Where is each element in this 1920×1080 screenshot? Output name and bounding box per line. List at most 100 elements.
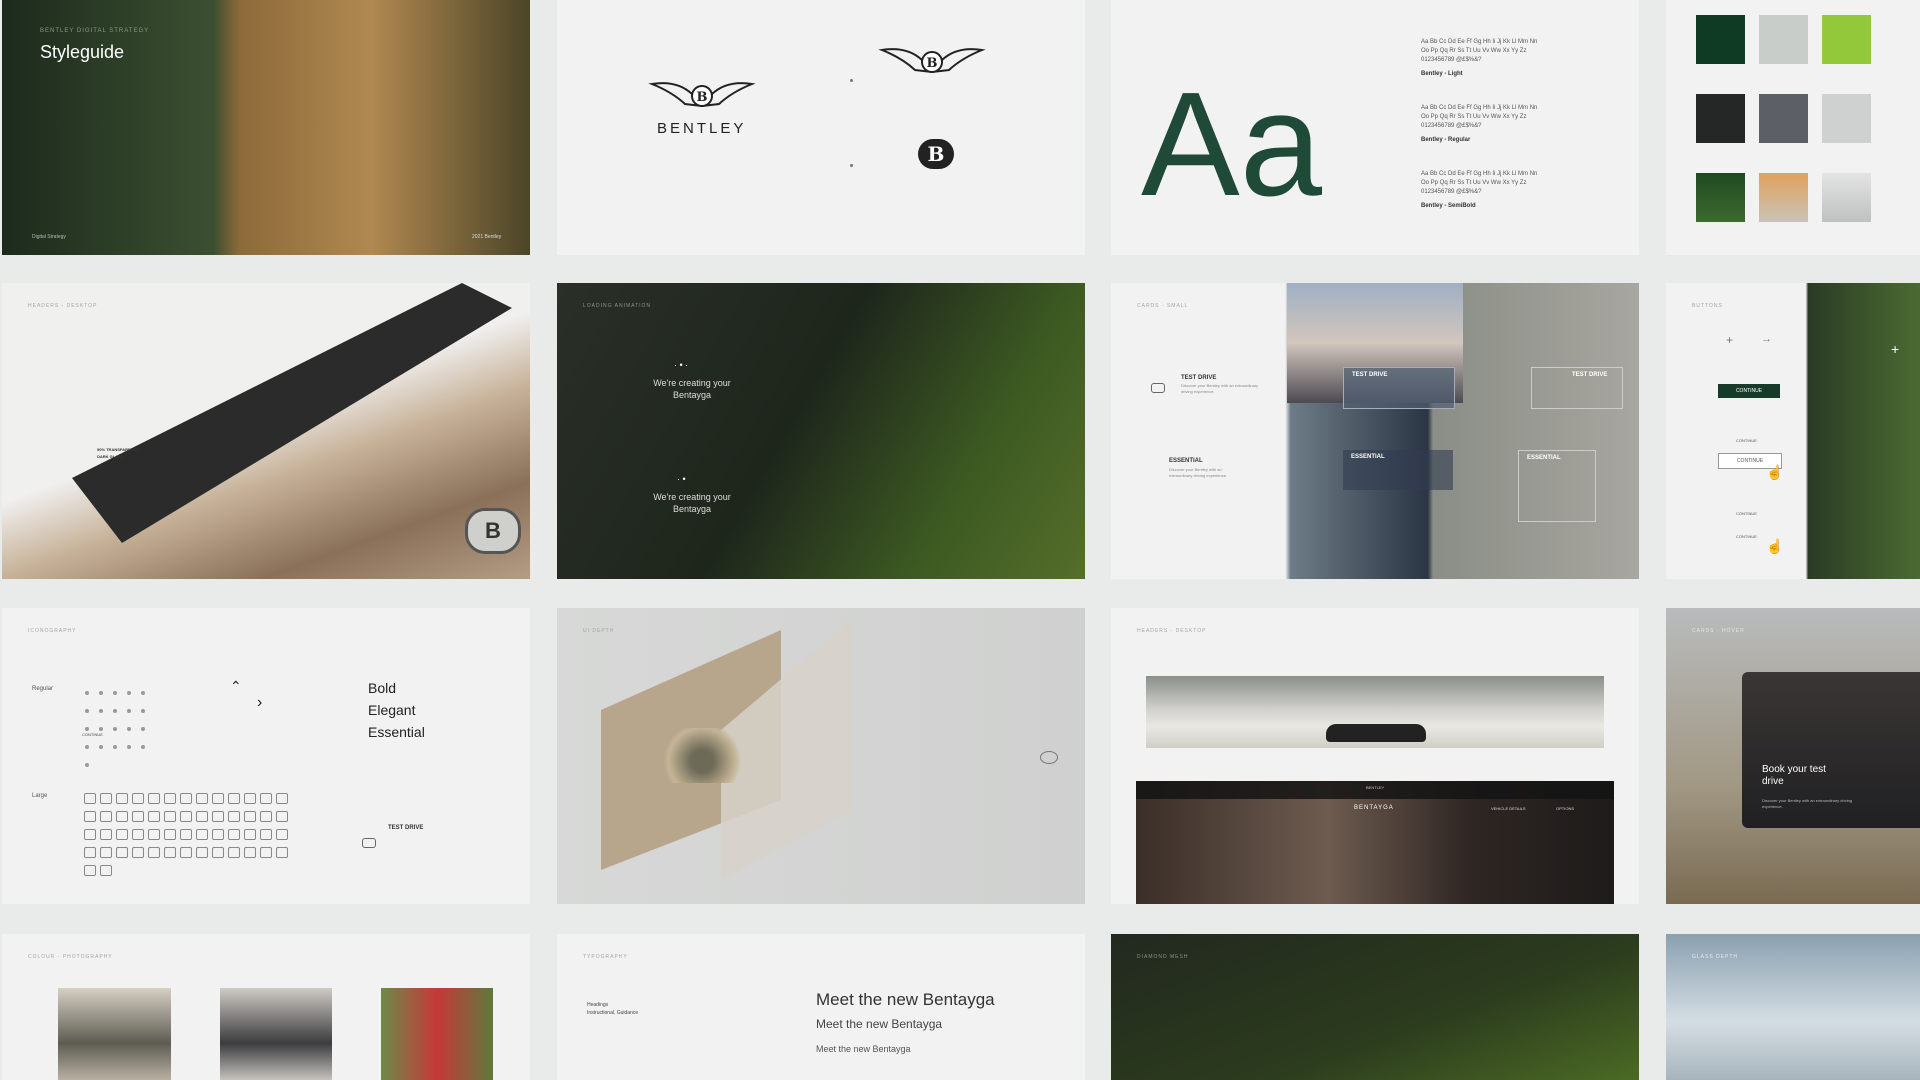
swatch-5 (1759, 94, 1808, 143)
cta-panel[interactable]: Book your test drive Discover your Bentl… (1742, 672, 1920, 828)
svg-text:B: B (927, 56, 938, 71)
size-label-regular: Regular (32, 686, 54, 692)
card-title: ESSENTIAL (1169, 458, 1203, 464)
logos-card[interactable]: B BENTLEY B B (557, 0, 1085, 255)
specimen-semibold: Aa Bb Cc Dd Ee Ff Gg Hh Ii Jj Kk Ll Mm N… (1421, 171, 1538, 209)
cover-title: Styleguide (40, 42, 125, 62)
size-label-large: Large (32, 793, 48, 799)
options-link[interactable]: OPTIONS (1556, 806, 1574, 811)
header-nav-bar: BENTLEY BENTAYGA VEHICLE DETAILS OPTIONS (1136, 781, 1614, 904)
headings-sublabel: Instructional, Guidance (587, 1010, 639, 1016)
glass-depth-card[interactable]: GLASS DEPTH (1666, 934, 1920, 1080)
svg-text:B: B (697, 90, 708, 105)
continue-link[interactable]: CONTINUE (1736, 438, 1757, 443)
headings-label: Headings (587, 1002, 609, 1008)
dot (850, 79, 853, 82)
section-label: BUTTONS (1692, 303, 1723, 309)
card-title: ESSENTIAL (1351, 454, 1385, 460)
continue-link[interactable]: CONTINUE (1736, 534, 1757, 539)
loading-message-2: We're creating your Bentayga (653, 492, 731, 514)
continue-link[interactable]: CONTINUE (82, 732, 103, 737)
regular-icon-grid (80, 684, 160, 774)
car-icon (362, 838, 376, 848)
card-outline[interactable]: ESSENTIAL (1518, 450, 1596, 522)
cards-small-card[interactable]: CARDS - SMALL TEST DRIVE Discover your B… (1111, 283, 1639, 579)
iconography-card[interactable]: ICONOGRAPHY Regular CONTINUE ⌃ › Bold El… (2, 608, 530, 904)
section-label: CARDS - SMALL (1137, 303, 1189, 309)
typography-card[interactable]: Aa Aa Bb Cc Dd Ee Ff Gg Hh Ii Jj Kk Ll M… (1111, 0, 1639, 255)
card-outline[interactable]: TEST DRIVE (1531, 367, 1623, 409)
section-label: GLASS DEPTH (1692, 954, 1739, 960)
chevron-up-icon: ⌃ (230, 678, 242, 694)
swatch-7 (1696, 173, 1745, 222)
swatch-9 (1822, 173, 1871, 222)
word-bold: Bold (368, 680, 397, 696)
specimen-regular: Aa Bb Cc Dd Ee Ff Gg Hh Ii Jj Kk Ll Mm N… (1421, 105, 1538, 143)
section-label: COLOUR - PHOTOGRAPHY (28, 954, 113, 960)
car-silhouette (1326, 724, 1426, 742)
specimen-light: Aa Bb Cc Dd Ee Ff Gg Hh Ii Jj Kk Ll Mm N… (1421, 39, 1538, 77)
swatch-3 (1822, 15, 1871, 64)
large-icon-grid (82, 792, 292, 882)
cta-body: Discover your Bentley with an extraordin… (1762, 798, 1853, 809)
card-hover[interactable]: TEST DRIVE (1343, 367, 1455, 409)
continue-button-primary[interactable]: CONTINUE (1718, 384, 1780, 398)
card-title: TEST DRIVE (1181, 375, 1217, 381)
palette-card[interactable] (1666, 0, 1920, 255)
card-body: Discover your Bentley with an extraordin… (1181, 383, 1259, 394)
glass-line2: DARK GLASS (97, 454, 124, 459)
bentley-wings-logo: B (648, 82, 756, 108)
card-title: TEST DRIVE (1352, 372, 1388, 378)
arrow-right-icon: → (1761, 333, 1772, 345)
card-hover[interactable]: ESSENTIAL (1343, 450, 1453, 490)
typography-2-card[interactable]: TYPOGRAPHY Headings Instructional, Guida… (557, 934, 1085, 1080)
b-badge-icon: B (465, 508, 521, 554)
cover-foot-right: 2021 Bentley (472, 234, 502, 240)
loading-message-1: We're creating your Bentayga (653, 378, 731, 400)
loading-card[interactable]: LOADING ANIMATION · • · We're creating y… (557, 283, 1085, 579)
bentley-b-badge: B (918, 139, 954, 169)
test-drive-label: TEST DRIVE (388, 825, 424, 831)
dark-glass-panel (72, 283, 512, 543)
chevron-right-icon: › (257, 694, 263, 711)
headers-desktop-card[interactable]: HEADERS - DESKTOP BENTLEY BENTAYGA VEHIC… (1111, 608, 1639, 904)
cover-card[interactable]: BENTLEY DIGITAL STRATEGY Styleguide Digi… (2, 0, 530, 255)
buttons-card[interactable]: BUTTONS + → CONTINUE CONTINUE CONTINUE ☝… (1666, 283, 1920, 579)
car-icon (1151, 383, 1165, 393)
cursor-hand-icon: ☝ (1766, 464, 1784, 480)
glass-line1: 90% TRANSPARENCY (97, 447, 140, 452)
section-label: LOADING ANIMATION (583, 303, 652, 309)
swatch-6 (1822, 94, 1871, 143)
headers-card[interactable]: HEADERS - DESKTOP 90% TRANSPARENCY DARK … (2, 283, 530, 579)
model-name: BENTAYGA (1354, 805, 1394, 811)
vehicle-details-link[interactable]: VEHICLE DETAILS (1491, 806, 1526, 811)
eye-icon (1040, 751, 1058, 764)
car-photo (657, 728, 747, 783)
heading-h3: Meet the new Bentayga (816, 1044, 911, 1054)
photo-3 (381, 988, 493, 1080)
cover-eyebrow: BENTLEY DIGITAL STRATEGY (40, 28, 150, 34)
typeface-glyph: Aa (1141, 62, 1323, 227)
cursor-hand-icon: ☝ (1766, 538, 1784, 554)
diamond-mesh-card[interactable]: DIAMOND MESH (1111, 934, 1639, 1080)
cta-title: Book your test drive (1762, 764, 1826, 787)
swatch-8 (1759, 173, 1808, 222)
ui-depth-card[interactable]: UI DEPTH (557, 608, 1085, 904)
bentley-wordmark: BENTLEY (657, 120, 747, 137)
card-title: TEST DRIVE (1572, 372, 1608, 378)
photo-1 (58, 988, 171, 1080)
heading-h1: Meet the new Bentayga (816, 990, 995, 1009)
photo-2 (220, 988, 332, 1080)
swatch-4 (1696, 94, 1745, 143)
section-label: TYPOGRAPHY (583, 954, 628, 960)
word-essential: Essential (368, 724, 425, 740)
continue-link[interactable]: CONTINUE (1736, 511, 1757, 516)
word-elegant: Elegant (368, 702, 416, 718)
nav-top-strip (1136, 781, 1614, 799)
section-label: ICONOGRAPHY (28, 628, 77, 634)
section-label: DIAMOND MESH (1137, 954, 1189, 960)
cover-foot-left: Digital Strategy (32, 234, 66, 240)
photography-card[interactable]: COLOUR - PHOTOGRAPHY (2, 934, 530, 1080)
cta-card[interactable]: CARDS - HOVER Book your test drive Disco… (1666, 608, 1920, 904)
loading-dots-bottom: · • (677, 474, 686, 484)
